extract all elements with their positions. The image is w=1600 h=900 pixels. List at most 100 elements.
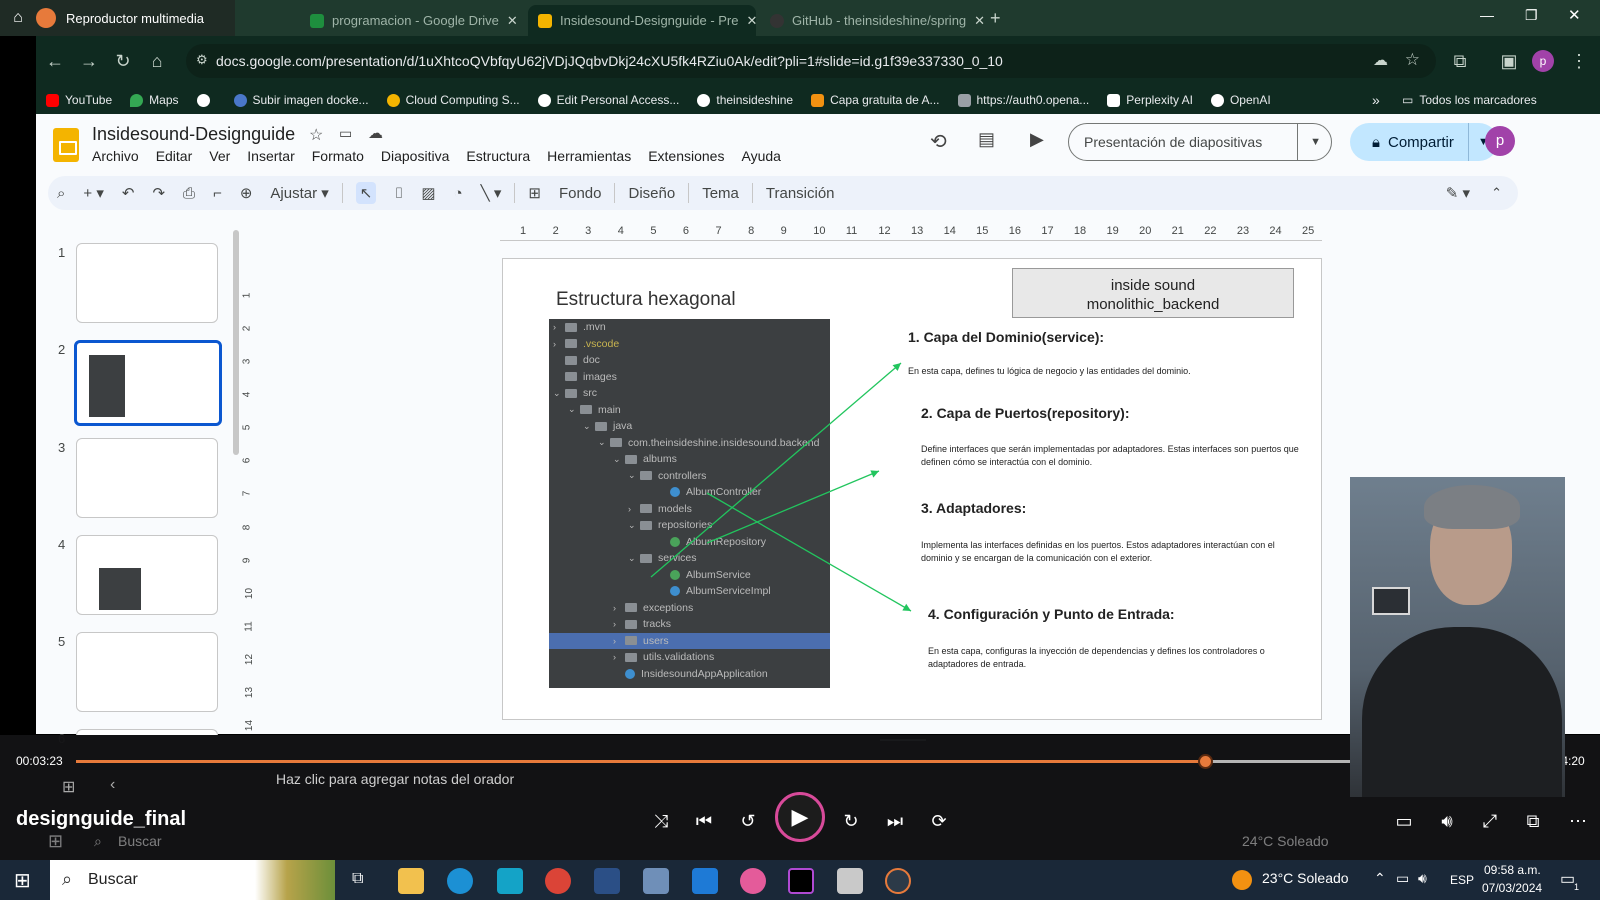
chevron-right-icon[interactable]: › (613, 603, 621, 613)
chevron-down-icon[interactable]: ⌄ (583, 421, 591, 432)
rewind-10-icon[interactable]: ↺ (735, 808, 761, 834)
chevron-down-icon[interactable]: ⌄ (628, 520, 636, 531)
cloud-icon[interactable]: ☁ (1373, 51, 1388, 69)
menu-ayuda[interactable]: Ayuda (741, 148, 780, 164)
bookmark-globe[interactable] (196, 93, 216, 107)
tree-row[interactable]: › tracks (613, 616, 671, 632)
minimize-icon[interactable]: — (1480, 7, 1494, 23)
chevron-down-icon[interactable]: ⌄ (628, 553, 636, 564)
tree-row[interactable]: › models (628, 501, 692, 517)
tree-row[interactable]: AlbumService (658, 567, 751, 583)
shape-icon[interactable]: ◔ (454, 185, 463, 202)
redo-icon[interactable]: ↷ (152, 184, 165, 202)
zoom-icon[interactable]: ⊕ (240, 184, 253, 202)
undo-icon[interactable]: ↶ (122, 184, 135, 202)
tree-row[interactable]: AlbumRepository (658, 534, 766, 550)
tree-row[interactable]: › .mvn (553, 319, 606, 335)
extensions-icon[interactable]: ⧉ (1447, 48, 1473, 74)
home-icon[interactable]: ⌂ (144, 48, 170, 74)
menu-estructura[interactable]: Estructura (466, 148, 530, 164)
reload-icon[interactable]: ↻ (110, 48, 136, 74)
close-icon[interactable]: ✕ (966, 13, 985, 29)
bookmark-cloud[interactable]: Cloud Computing S... (386, 93, 520, 107)
comment-add-icon[interactable]: ⊞ (528, 184, 541, 202)
chrome-icon[interactable] (740, 868, 766, 894)
tab-slides[interactable]: Insidesound-Designguide - Pre ✕ (528, 5, 756, 36)
menu-formato[interactable]: Formato (312, 148, 364, 164)
paint-format-icon[interactable]: ⌐ (213, 185, 222, 202)
user-avatar[interactable]: p (1485, 126, 1515, 156)
toolbar-transition[interactable]: Transición (766, 185, 835, 202)
menu-herramientas[interactable]: Herramientas (547, 148, 631, 164)
sidepanel-icon[interactable]: ▣ (1496, 48, 1522, 74)
tree-row[interactable]: ⌄ java (583, 418, 632, 434)
star-icon[interactable]: ☆ (309, 125, 323, 145)
tree-row[interactable]: › utils.validations (613, 649, 714, 665)
star-icon[interactable]: ☆ (1405, 50, 1420, 70)
chevron-right-icon[interactable]: » (1372, 92, 1380, 108)
tree-row[interactable]: ⌄ src (553, 385, 597, 401)
slide-tag-box[interactable]: inside sound monolithic_backend (1012, 268, 1294, 318)
volume-icon[interactable]: 🔊︎ (1418, 870, 1427, 887)
app-icon[interactable] (497, 868, 523, 894)
app-icon[interactable] (837, 868, 863, 894)
image-icon[interactable]: ▨ (421, 184, 435, 202)
menu-archivo[interactable]: Archivo (92, 148, 139, 164)
tree-row[interactable]: doc (553, 352, 600, 368)
pen-icon[interactable]: ✎ ▾ (1446, 184, 1470, 202)
more-icon[interactable]: ⋮ (1566, 48, 1592, 74)
tree-row[interactable]: ⌄ repositories (628, 517, 712, 533)
tree-row[interactable]: AlbumServiceImpl (658, 583, 771, 599)
more-icon[interactable]: ⋯ (1565, 808, 1591, 834)
chevron-right-icon[interactable]: › (613, 619, 621, 629)
chevron-down-icon[interactable]: ▼ (1297, 124, 1321, 160)
new-slide-icon[interactable]: + ▾ (83, 184, 103, 202)
chevron-down-icon[interactable]: ⌄ (628, 470, 636, 481)
fullscreen-icon[interactable]: ⤢ (1477, 808, 1503, 834)
volume-icon[interactable]: 🔊︎ (1434, 808, 1460, 834)
task-view-icon[interactable]: ⧉ (352, 870, 363, 888)
chevron-down-icon[interactable]: ⌄ (553, 388, 561, 399)
app-icon[interactable] (594, 868, 620, 894)
tree-row[interactable]: › exceptions (613, 600, 693, 616)
toolbar-layout[interactable]: Diseño (628, 185, 675, 202)
comments-icon[interactable]: ▤ (978, 129, 995, 150)
toolbar-theme[interactable]: Tema (702, 185, 739, 202)
clock-date[interactable]: 07/03/2024 (1482, 881, 1542, 895)
chevron-right-icon[interactable]: › (553, 339, 561, 349)
subtitles-icon[interactable]: ▭ (1391, 808, 1417, 834)
bookmark-youtube[interactable]: YouTube (46, 93, 112, 107)
file-explorer-icon[interactable] (398, 868, 424, 894)
chevron-up-icon[interactable]: ⌃ (1491, 185, 1502, 201)
notifications-icon[interactable]: ▭ (1560, 869, 1575, 889)
chrome-icon[interactable] (545, 868, 571, 894)
forward-30-icon[interactable]: ↻ (838, 808, 864, 834)
media-player-icon[interactable] (885, 868, 911, 894)
tree-row[interactable]: ⌄ controllers (628, 468, 706, 484)
tree-row[interactable]: › .vscode (553, 336, 619, 352)
slide-canvas[interactable]: Estructura hexagonal inside sound monoli… (502, 258, 1322, 720)
next-icon[interactable]: ⏭ (882, 808, 908, 834)
close-window-icon[interactable]: ✕ (1568, 6, 1581, 24)
document-title[interactable]: Insidesound-Designguide (92, 124, 295, 145)
bookmark-aws[interactable]: Capa gratuita de A... (811, 93, 940, 107)
tree-row[interactable]: AlbumController (658, 484, 761, 500)
bookmark-access[interactable]: Edit Personal Access... (537, 93, 679, 107)
bookmark-theinsideshine[interactable]: theinsideshine (697, 93, 793, 107)
print-icon[interactable]: ⎙ (183, 185, 195, 202)
thumbnails-scrollbar[interactable] (233, 230, 239, 455)
tree-row[interactable]: › users (613, 633, 669, 649)
chevron-left-icon[interactable]: ‹ (110, 776, 115, 794)
chevron-right-icon[interactable]: › (613, 652, 621, 662)
menu-insertar[interactable]: Insertar (247, 148, 294, 164)
intellij-icon[interactable] (788, 868, 814, 894)
history-icon[interactable]: ⟲ (930, 129, 947, 154)
slide-thumbnail-selected[interactable] (74, 340, 222, 426)
cloud-status-icon[interactable]: ☁ (368, 124, 383, 142)
tab-github[interactable]: GitHub - theinsideshine/spring ✕ (760, 5, 985, 36)
search-icon[interactable]: ⌕ (57, 185, 65, 202)
network-icon[interactable]: ▭ (1396, 870, 1409, 887)
close-icon[interactable]: ✕ (739, 13, 757, 29)
bookmark-docker[interactable]: Subir imagen docke... (233, 93, 369, 107)
move-folder-icon[interactable]: ▭ (339, 125, 352, 142)
